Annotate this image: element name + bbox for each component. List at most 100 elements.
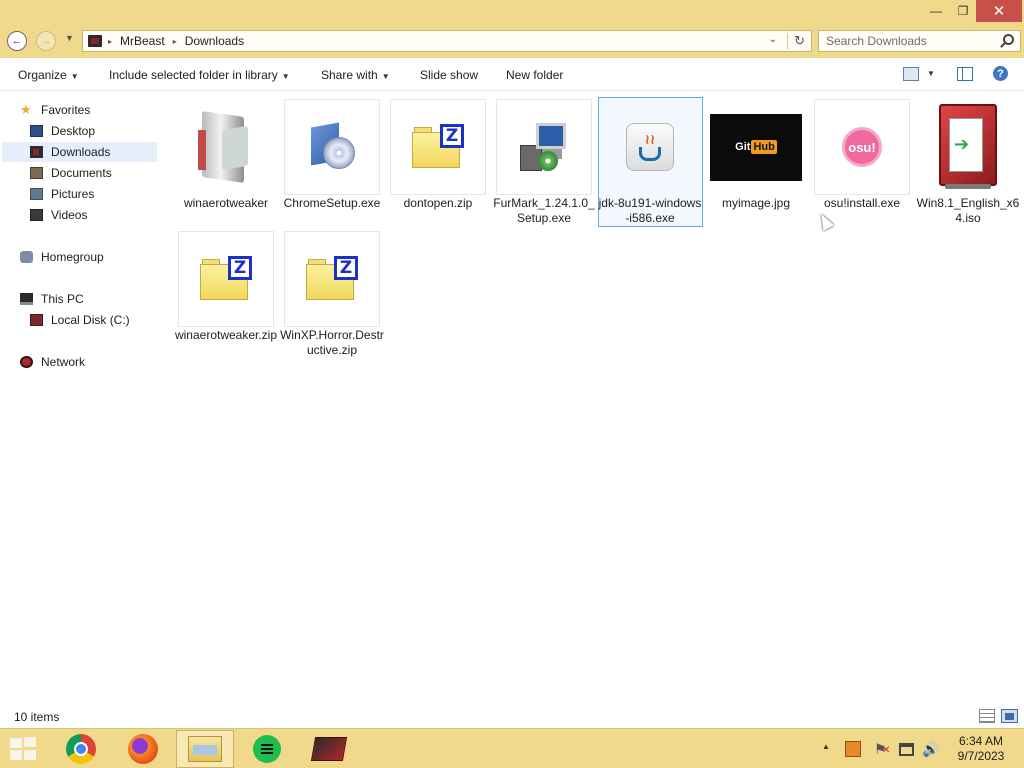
status-bar: 10 items [0, 706, 1024, 728]
title-bar: — ❐ ✕ [0, 0, 1024, 24]
taskbar-notes-app[interactable] [238, 730, 296, 768]
homegroup-icon [20, 251, 33, 263]
taskbar-firefox[interactable] [114, 730, 172, 768]
taskbar-chrome[interactable] [52, 730, 110, 768]
nav-label: Desktop [51, 124, 96, 138]
refresh-icon[interactable]: ↻ [787, 33, 805, 49]
downloads-icon [30, 146, 43, 158]
nav-downloads[interactable]: Downloads [2, 142, 157, 162]
nav-local-disk[interactable]: Local Disk (C:) [30, 310, 130, 330]
breadcrumb-separator: ▸ [108, 36, 113, 46]
nav-network[interactable]: Network [20, 352, 85, 372]
nav-homegroup[interactable]: Homegroup [20, 247, 104, 267]
share-with-button[interactable]: Share with ▼ [321, 68, 390, 82]
pictures-icon [30, 188, 43, 200]
file-thumbnail: Z [178, 231, 274, 327]
arrow-left-icon: ← [11, 35, 23, 47]
arrow-right-icon: → [40, 35, 52, 47]
nav-label: Videos [51, 208, 88, 222]
file-thumbnail: ≀≀ [602, 99, 698, 195]
file-thumbnail: ➔ [920, 99, 1016, 195]
back-button[interactable]: ← [7, 31, 27, 51]
zip-folder-icon: Z [200, 256, 252, 302]
organize-button[interactable]: Organize ▼ [18, 68, 79, 82]
details-view-icon[interactable] [979, 709, 995, 723]
action-center-icon[interactable]: ⚑ ✕ [874, 741, 890, 757]
folder-icon [188, 736, 222, 762]
change-view-icon[interactable] [903, 67, 919, 81]
include-in-library-button[interactable]: Include selected folder in library ▼ [109, 68, 290, 82]
setup-icon [198, 110, 254, 184]
breadcrumb-downloads[interactable]: Downloads [185, 34, 244, 48]
organize-label: Organize [18, 68, 67, 82]
file-thumbnail [284, 99, 380, 195]
show-hidden-icons-button[interactable]: ▲ [822, 742, 830, 751]
file-name: myimage.jpg [721, 196, 791, 210]
documents-icon [30, 167, 43, 179]
large-icons-view-icon[interactable] [1001, 709, 1018, 723]
address-row: ← → ▼ ▸ MrBeast ▸ Downloads ⌄ ↻ [0, 24, 1024, 58]
preview-pane-icon[interactable] [957, 67, 973, 81]
volume-icon[interactable]: 🔊 [922, 741, 939, 757]
address-dropdown-icon[interactable]: ⌄ [769, 34, 777, 45]
nav-documents[interactable]: Documents [30, 163, 112, 183]
file-thumbnail [178, 99, 274, 195]
tray-app-icon[interactable] [845, 741, 861, 757]
search-icon[interactable] [1003, 34, 1014, 45]
taskbar: ▲ ⚑ ✕ 🔊 6:34 AM 9/7/2023 [0, 728, 1024, 768]
nav-pictures[interactable]: Pictures [30, 184, 94, 204]
address-bar[interactable]: ▸ MrBeast ▸ Downloads ⌄ ↻ [82, 30, 812, 52]
nav-videos[interactable]: Videos [30, 205, 87, 225]
chevron-down-icon[interactable]: ▼ [927, 69, 935, 78]
nav-label: Local Disk (C:) [51, 313, 130, 327]
close-button[interactable]: ✕ [976, 0, 1022, 22]
file-name: winaerotweaker.zip [174, 328, 278, 342]
clock[interactable]: 6:34 AM 9/7/2023 [948, 734, 1014, 764]
item-count: 10 items [14, 710, 60, 724]
notes-icon [253, 735, 281, 763]
new-folder-button[interactable]: New folder [506, 68, 563, 82]
command-bar: Organize ▼ Include selected folder in lib… [0, 58, 1024, 91]
search-input[interactable] [826, 32, 1006, 50]
nav-favorites[interactable]: ★ Favorites [20, 100, 90, 120]
network-status-icon[interactable] [899, 743, 914, 756]
taskbar-game-app[interactable] [300, 730, 358, 768]
file-thumbnail: Z [390, 99, 486, 195]
nav-this-pc[interactable]: This PC [20, 289, 84, 309]
java-icon: ≀≀ [626, 123, 674, 171]
breadcrumb-mrbeast[interactable]: MrBeast [120, 34, 165, 48]
maximize-button[interactable]: ❐ [950, 0, 976, 22]
desktop-icon [30, 125, 43, 137]
nav-label: Downloads [51, 145, 111, 159]
network-icon [20, 356, 33, 368]
help-icon[interactable]: ? [993, 66, 1008, 81]
chevron-down-icon: ▼ [70, 72, 79, 81]
nav-label: This PC [41, 292, 84, 306]
file-thumbnail: Git Hub [708, 99, 804, 195]
chrome-setup-icon [309, 121, 355, 173]
chevron-down-icon: ▼ [381, 72, 390, 81]
file-name: jdk-8u191-windows-i586.exe [598, 196, 702, 225]
installer-icon [518, 121, 570, 173]
videos-icon [30, 209, 43, 221]
nav-desktop[interactable]: Desktop [30, 121, 95, 141]
recent-locations-button[interactable]: ▼ [65, 33, 74, 43]
search-box [818, 30, 1021, 52]
taskbar-file-explorer[interactable] [176, 730, 234, 768]
computer-icon [20, 293, 33, 305]
minimize-button[interactable]: — [922, 0, 950, 22]
close-icon: ✕ [992, 3, 1006, 20]
file-name: osu!install.exe [823, 196, 901, 210]
iso-disc-icon: ➔ [935, 104, 1001, 190]
slide-show-button[interactable]: Slide show [420, 68, 478, 82]
zip-folder-icon: Z [412, 124, 464, 170]
osu-icon: osu! [842, 127, 882, 167]
file-thumbnail [496, 99, 592, 195]
nav-label: Documents [51, 166, 112, 180]
forward-button[interactable]: → [36, 31, 56, 51]
drive-icon [30, 314, 43, 326]
location-icon [88, 35, 102, 47]
nav-label: Pictures [51, 187, 95, 201]
start-button[interactable] [10, 737, 38, 761]
chrome-icon [66, 734, 96, 764]
